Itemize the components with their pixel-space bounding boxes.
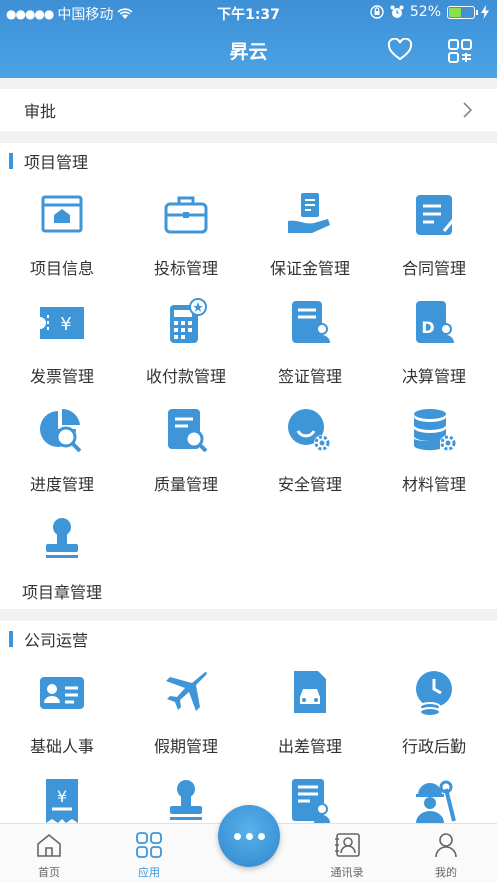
app-tile[interactable]: 行政后勤 xyxy=(372,657,496,765)
tab-me[interactable]: 我的 xyxy=(416,832,476,880)
approval-row[interactable]: 审批 xyxy=(0,89,497,131)
quality-icon xyxy=(168,409,208,453)
tab-contacts[interactable]: 通讯录 xyxy=(317,832,377,880)
app-tile[interactable]: 假期管理 xyxy=(124,657,248,765)
contacts-icon xyxy=(335,833,360,857)
car-doc-icon xyxy=(294,671,326,713)
id-card-icon xyxy=(40,677,84,709)
app-tile-label: 进度管理 xyxy=(29,475,94,494)
app-tile[interactable]: 出差管理 xyxy=(248,657,372,765)
progress-icon xyxy=(40,408,82,453)
app-tile[interactable]: 投标管理 xyxy=(124,179,248,287)
page-title: 昇云 xyxy=(229,41,268,63)
app-tile-label: 行政后勤 xyxy=(401,737,466,756)
svg-text:D: D xyxy=(421,318,434,337)
app-tile-label: 发票管理 xyxy=(29,367,94,386)
stamp-icon xyxy=(170,780,202,820)
app-tile[interactable]: 签证管理 xyxy=(248,287,372,395)
apps-settings-icon[interactable] xyxy=(447,38,473,64)
app-tile-label: 收付款管理 xyxy=(145,367,226,386)
worker-icon xyxy=(416,780,456,823)
app-tile-label: 投标管理 xyxy=(153,259,218,278)
app-tile-label: 合同管理 xyxy=(401,259,466,278)
visa-icon xyxy=(292,301,330,343)
app-tile-label: 材料管理 xyxy=(401,475,466,494)
app-tile[interactable]: 进度管理 xyxy=(0,395,124,503)
database-gear-icon xyxy=(414,409,456,451)
clock-coins-icon xyxy=(416,671,452,717)
contract-icon xyxy=(416,195,456,235)
section-title: 项目管理 xyxy=(0,143,497,179)
home-icon xyxy=(37,833,61,857)
app-tile[interactable]: 收付款管理 xyxy=(124,287,248,395)
app-tile-label: 项目信息 xyxy=(29,259,94,278)
tab-apps[interactable]: 应用 xyxy=(119,832,179,880)
battery-percent: 52% xyxy=(409,4,441,20)
svg-text:¥: ¥ xyxy=(60,314,71,335)
lock-rotation-icon xyxy=(370,5,384,19)
app-tile-label: 保证金管理 xyxy=(269,259,350,278)
person-icon xyxy=(435,833,457,858)
favorite-heart-icon[interactable] xyxy=(387,38,413,62)
app-tile-label: 基础人事 xyxy=(29,737,94,756)
briefcase-icon xyxy=(164,196,208,234)
app-tile[interactable]: 基础人事 xyxy=(0,657,124,765)
app-tile[interactable]: 材料管理 xyxy=(372,395,496,503)
app-tile-label: 安全管理 xyxy=(277,475,342,494)
stamp-icon xyxy=(46,518,78,558)
app-tile[interactable]: 保证金管理 xyxy=(248,179,372,287)
alarm-icon xyxy=(390,5,404,18)
tab-home[interactable]: 首页 xyxy=(19,832,79,880)
app-tile-label: 质量管理 xyxy=(153,475,218,494)
app-tile-label: 项目章管理 xyxy=(21,583,102,602)
approval-label: 审批 xyxy=(24,102,57,121)
app-tile[interactable]: 安全管理 xyxy=(248,395,372,503)
app-tile[interactable]: 合同管理 xyxy=(372,179,496,287)
safety-icon xyxy=(288,409,330,451)
app-tile[interactable]: 项目信息 xyxy=(0,179,124,287)
settlement-icon: D xyxy=(416,301,454,343)
deposit-icon xyxy=(288,193,330,233)
invoice-icon: ¥ xyxy=(40,307,84,339)
apps-icon xyxy=(136,832,162,858)
more-actions-button[interactable] xyxy=(218,805,280,867)
app-tile-label: 签证管理 xyxy=(277,367,342,386)
app-header: ●●●●● 中国移动 下午1:37 52% 昇云 xyxy=(0,0,497,78)
section-title: 公司运营 xyxy=(0,621,497,657)
airplane-icon xyxy=(166,672,207,711)
svg-text:¥: ¥ xyxy=(57,787,67,806)
app-tile[interactable]: ¥ 发票管理 xyxy=(0,287,124,395)
app-tile-label: 出差管理 xyxy=(277,737,342,756)
chevron-right-icon xyxy=(463,102,473,118)
project-info-icon xyxy=(41,195,83,233)
status-bar: ●●●●● 中国移动 下午1:37 52% xyxy=(0,0,497,26)
calculator-icon xyxy=(170,298,207,343)
app-tile-label: 决算管理 xyxy=(401,367,466,386)
receipt-icon: ¥ xyxy=(46,779,78,823)
battery-icon xyxy=(447,5,478,19)
charging-icon xyxy=(481,5,489,19)
app-tile[interactable]: 项目章管理 xyxy=(0,503,124,611)
app-tile[interactable]: 质量管理 xyxy=(124,395,248,503)
app-tile-label: 假期管理 xyxy=(153,737,218,756)
project-management-section: 项目管理 项目信息 投标管理 保证金管理 合同管理 ¥ 发票管理 收付款管理 签证管理 D 决算管… xyxy=(0,143,497,609)
app-tile[interactable]: D 决算管理 xyxy=(372,287,496,395)
doc-person-icon xyxy=(292,779,330,823)
